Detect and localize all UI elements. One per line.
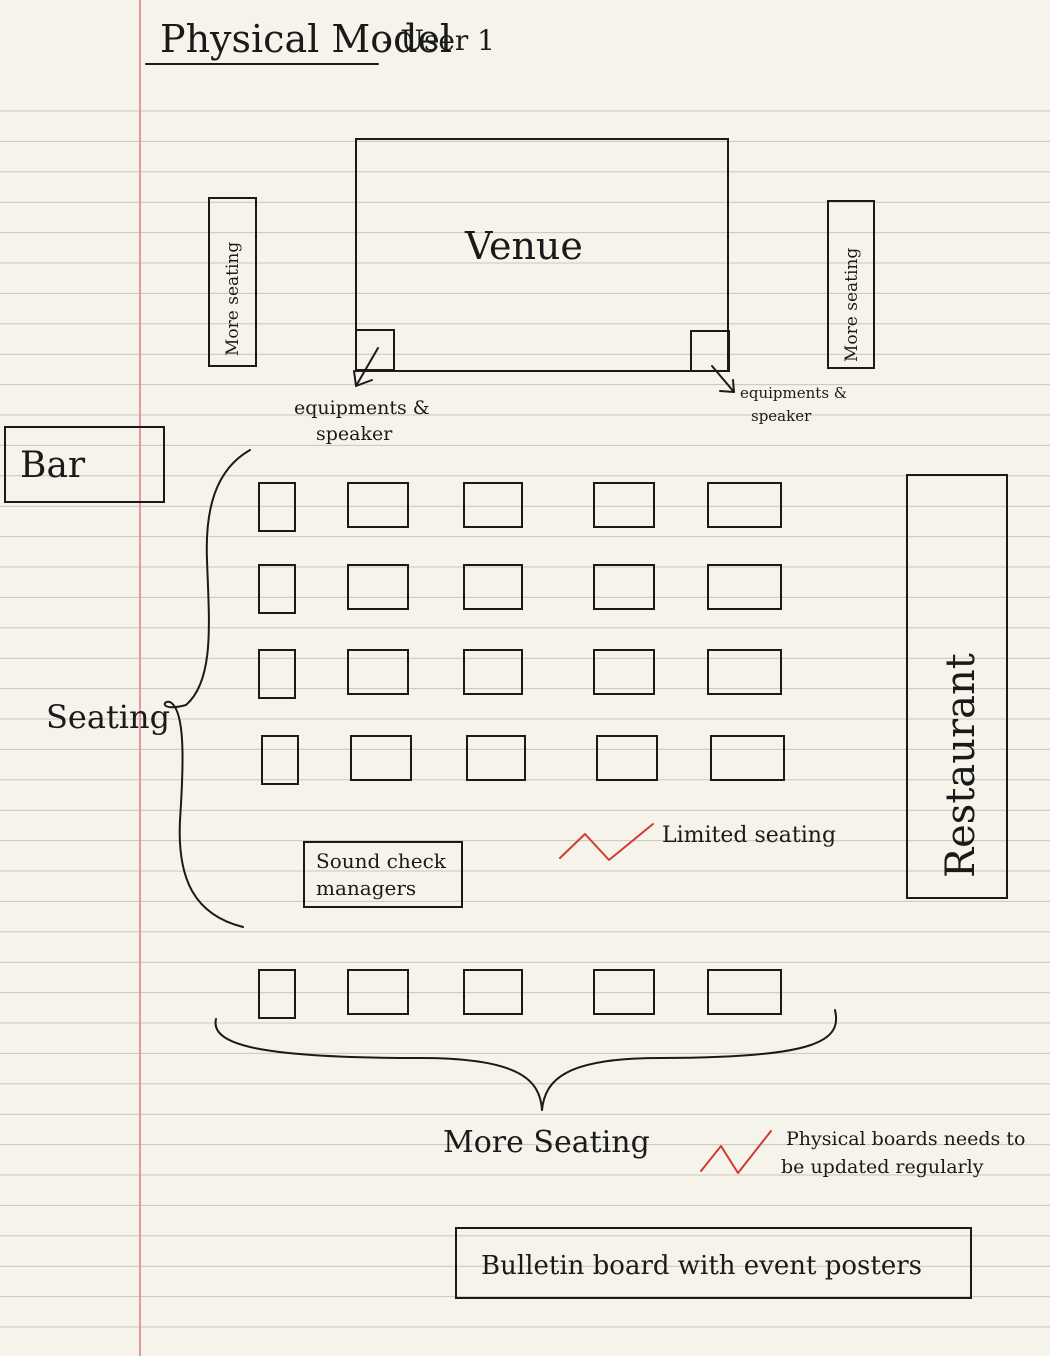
more-seating-bottom-label: More Seating [443,1125,650,1160]
more-seating-left-label: More seating [223,242,243,356]
boards-note-line1: Physical boards needs to [786,1128,1025,1150]
restaurant-label: Restaurant [938,653,984,878]
seating-table [347,649,409,695]
seating-table [710,735,785,781]
bulletin-board-label: Bulletin board with event posters [481,1251,922,1281]
seating-table [463,564,523,610]
seating-table [258,482,296,532]
bar-label: Bar [20,445,86,486]
sound-check-line1: Sound check [316,849,447,873]
seating-table [596,735,658,781]
seating-table [347,482,409,528]
equipment-left-line1: equipments & [294,397,430,419]
seating-table [258,969,296,1019]
seating-table [707,482,782,528]
seating-table [258,649,296,699]
limited-seating-label: Limited seating [662,823,836,848]
seating-label: Seating [46,698,170,736]
equipment-left-line2: speaker [316,423,393,445]
seating-table [350,735,412,781]
sound-check-line2: managers [316,876,416,900]
page-subtitle: - User 1 [382,24,495,57]
speaker-right [690,330,730,372]
equipment-right-line2: speaker [751,407,812,425]
seating-table [707,649,782,695]
seating-table [347,564,409,610]
seating-table [593,564,655,610]
arrow-equipment-right [711,365,735,393]
more-seating-right-label: More seating [842,248,862,362]
seating-table [258,564,296,614]
venue-label: Venue [464,224,583,268]
boards-note-line2: be updated regularly [781,1156,984,1178]
speaker-left [355,329,395,371]
limited-seating-mark [559,823,654,861]
seating-table [347,969,409,1015]
seating-table [593,969,655,1015]
equipment-right-line1: equipments & [740,384,847,402]
boards-note-mark [700,1130,772,1174]
seating-table [593,482,655,528]
seating-table [707,969,782,1015]
seating-table [707,564,782,610]
more-seating-bracket [214,1009,837,1111]
physical-model-diagram: Physical Model - User 1 Venue equipments… [0,0,1050,1356]
seating-table [463,482,523,528]
seating-table [466,735,526,781]
seating-tables [258,482,785,1019]
seating-table [463,649,523,695]
seating-table [463,969,523,1015]
seating-table [593,649,655,695]
seating-table [261,735,299,785]
